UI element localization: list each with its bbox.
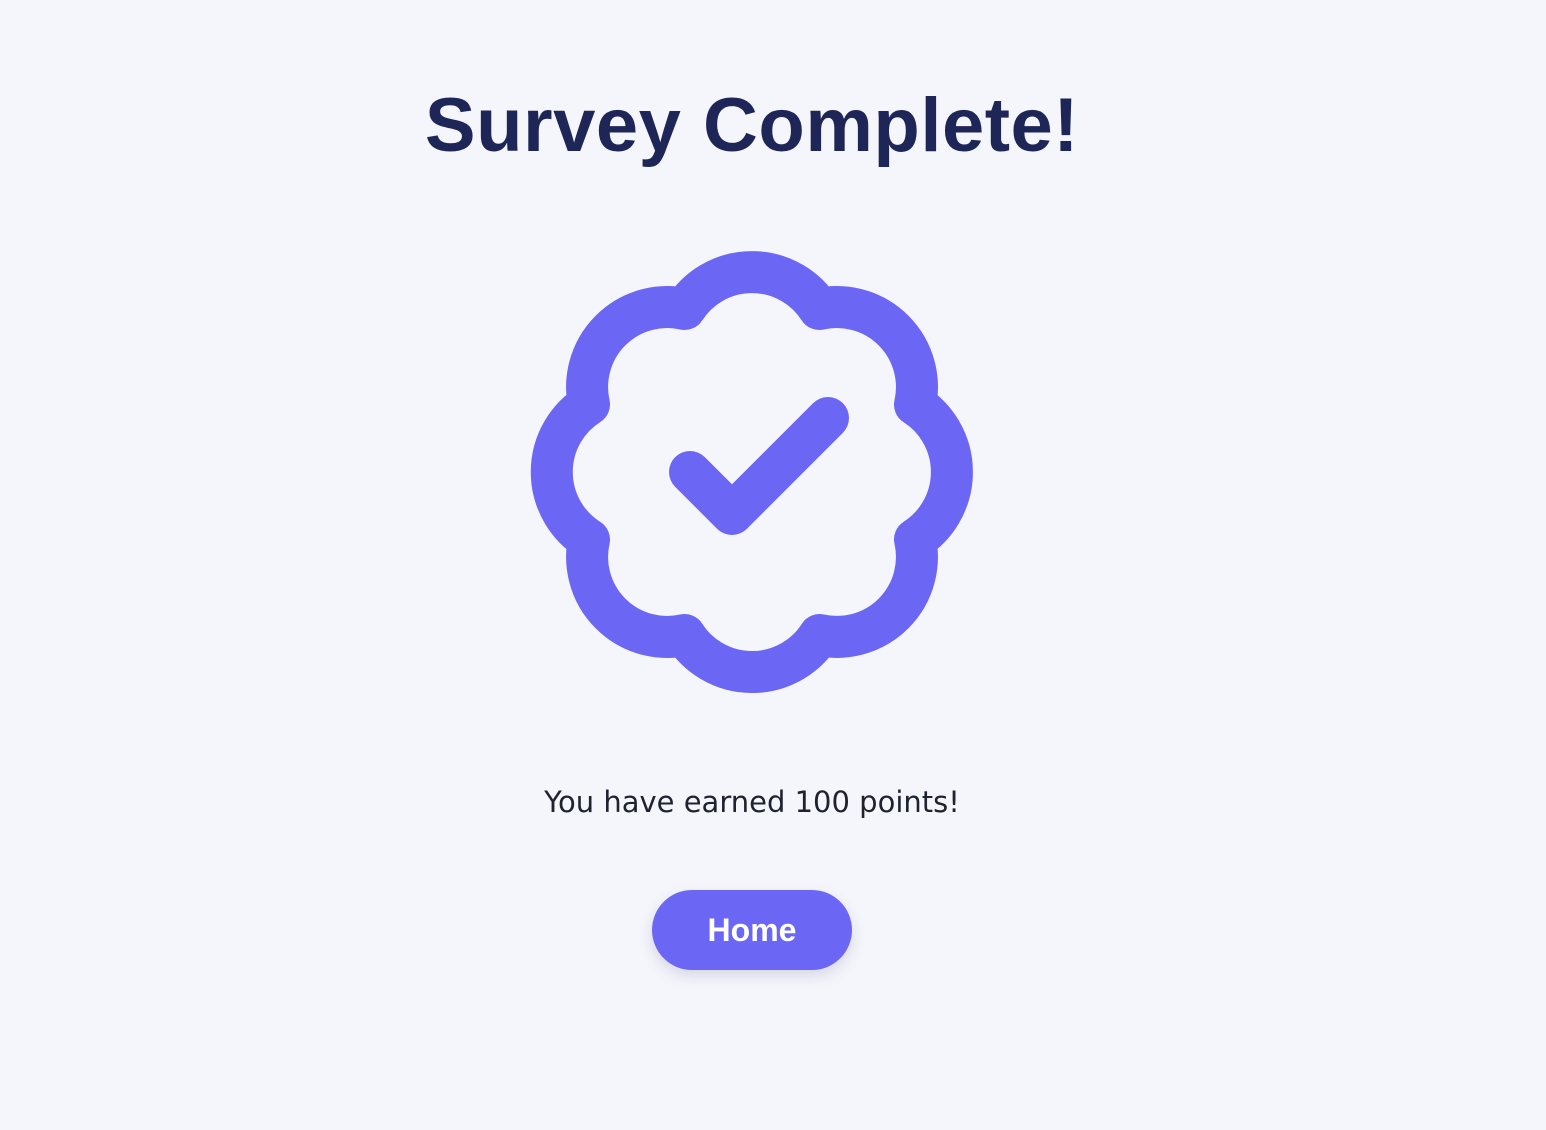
verified-badge-icon [512, 232, 992, 712]
points-message: You have earned 100 points! [544, 785, 960, 819]
page-title: Survey Complete! [424, 83, 1080, 168]
home-button[interactable]: Home [652, 890, 852, 970]
badge-check-icon [530, 251, 973, 694]
survey-complete-screen: Survey Complete! You have earned 100 poi… [0, 0, 1546, 1130]
checkmark [669, 397, 849, 535]
